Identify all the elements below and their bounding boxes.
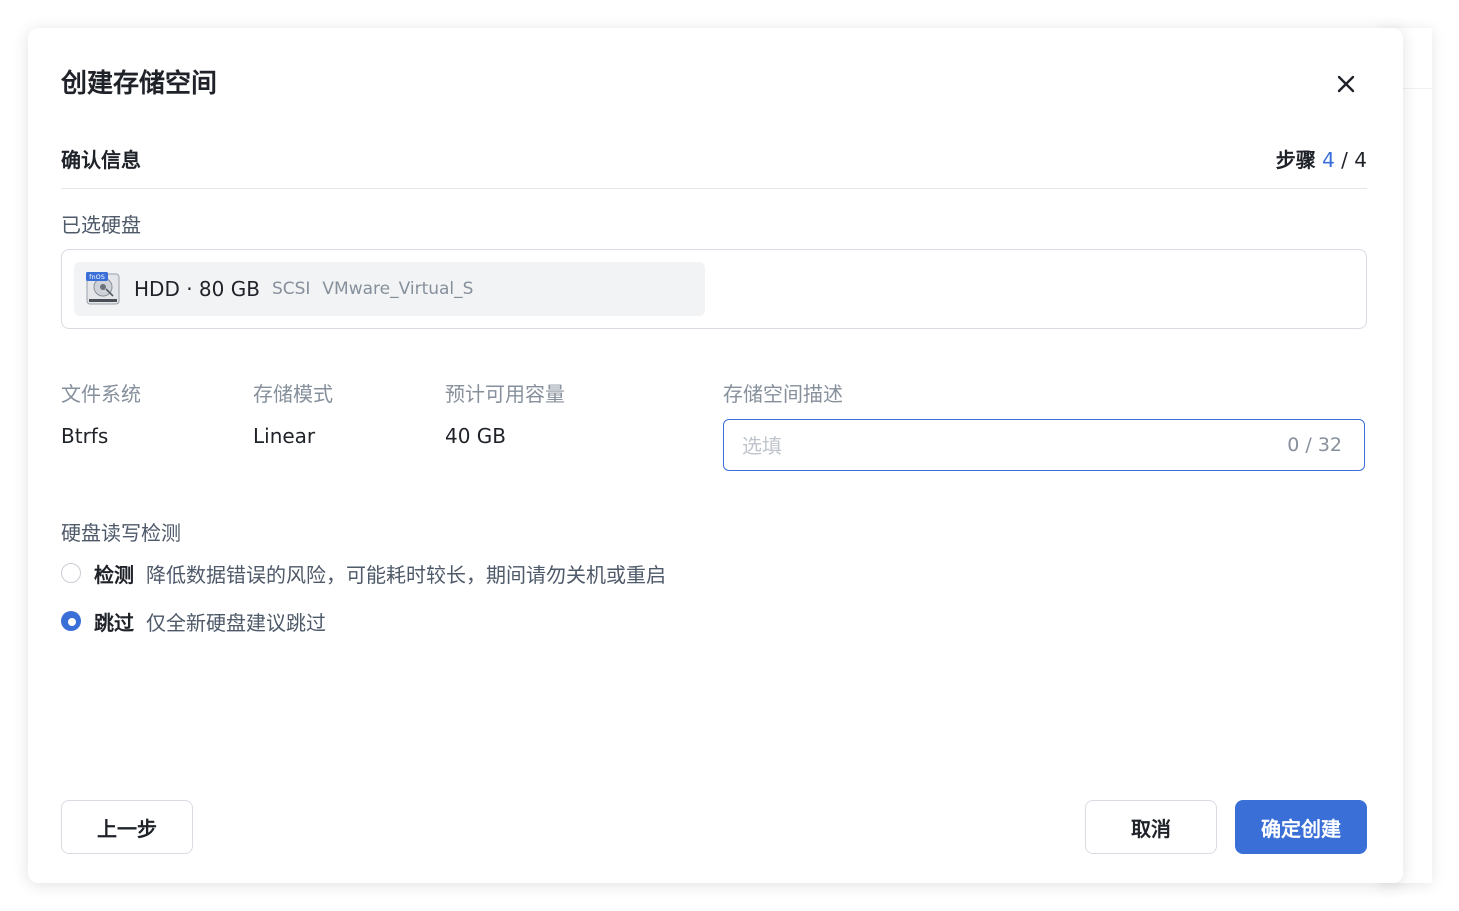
step-label: 步骤	[1275, 148, 1316, 172]
description-field: 0 / 32	[723, 419, 1365, 472]
disk-badge: fnOS	[89, 273, 105, 281]
close-button[interactable]	[1328, 66, 1364, 102]
description-section: 存储空间描述	[723, 380, 843, 408]
description-input[interactable]	[740, 420, 1244, 472]
disk-model: VMware_Virtual_S	[322, 279, 474, 299]
mode-value: Linear	[253, 424, 316, 448]
radio-option-skip[interactable]: 跳过 仅全新硬盘建议跳过	[61, 606, 326, 636]
dialog-title: 创建存储空间	[61, 69, 218, 99]
step-header: 确认信息 步骤 4 / 4	[61, 140, 1367, 189]
disk-interface: SCSI	[271, 279, 311, 299]
create-storage-dialog: 创建存储空间 确认信息 步骤 4 / 4 已选硬盘 fnOS HDD · 80 …	[28, 28, 1403, 883]
step-counter: 步骤 4 / 4	[1276, 144, 1367, 173]
radio-unchecked-icon[interactable]	[61, 563, 81, 583]
capacity-info: 预计可用容量 40 GB	[445, 380, 565, 450]
radio-option-title: 跳过	[94, 610, 134, 635]
description-label: 存储空间描述	[723, 382, 843, 406]
radio-option-desc: 仅全新硬盘建议跳过	[146, 610, 326, 635]
radio-option-title: 检测	[94, 562, 134, 587]
radio-option-check[interactable]: 检测 降低数据错误的风险，可能耗时较长，期间请勿关机或重启	[61, 558, 666, 588]
filesystem-value: Btrfs	[61, 424, 109, 448]
step-separator: /	[1341, 148, 1348, 172]
close-icon	[1337, 75, 1355, 93]
radio-checked-icon[interactable]	[61, 611, 81, 631]
cancel-button[interactable]: 取消	[1085, 800, 1217, 854]
capacity-value: 40 GB	[445, 424, 507, 448]
hdd-icon: fnOS	[86, 272, 120, 306]
mode-info: 存储模式 Linear	[253, 380, 333, 450]
filesystem-info: 文件系统 Btrfs	[61, 380, 141, 450]
radio-option-desc: 降低数据错误的风险，可能耗时较长，期间请勿关机或重启	[146, 562, 666, 587]
step-title: 确认信息	[61, 148, 141, 172]
prev-step-button[interactable]: 上一步	[61, 800, 193, 854]
capacity-label: 预计可用容量	[445, 382, 565, 406]
filesystem-label: 文件系统	[61, 382, 141, 406]
step-total: 4	[1354, 148, 1367, 172]
step-current: 4	[1322, 148, 1335, 172]
disk-name: HDD · 80 GB	[134, 277, 260, 301]
disk-item: fnOS HDD · 80 GB SCSI VMware_Virtual_S	[74, 262, 705, 316]
selected-disks-label: 已选硬盘	[61, 213, 141, 237]
background-divider	[1400, 88, 1432, 89]
confirm-create-button[interactable]: 确定创建	[1235, 800, 1367, 854]
selected-disks-box: fnOS HDD · 80 GB SCSI VMware_Virtual_S	[61, 249, 1367, 329]
disk-check-label: 硬盘读写检测	[61, 521, 181, 545]
mode-label: 存储模式	[253, 382, 333, 406]
description-counter: 0 / 32	[1287, 434, 1342, 456]
